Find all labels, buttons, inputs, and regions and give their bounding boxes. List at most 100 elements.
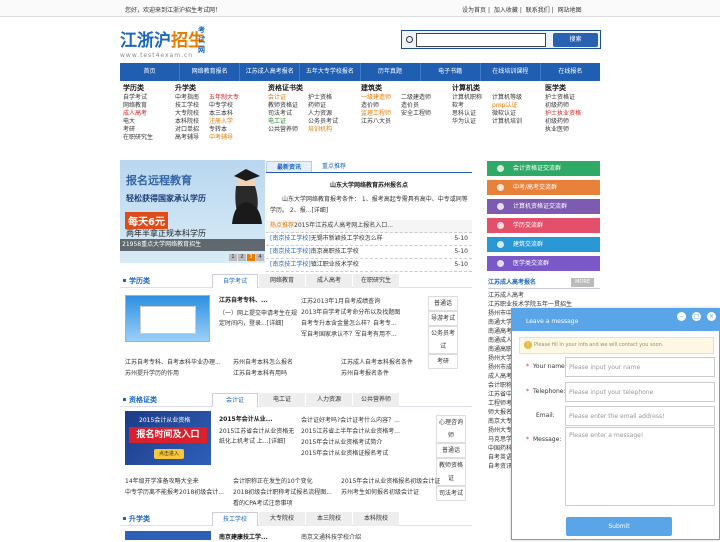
tag-link[interactable]: 普通话 [428, 296, 458, 311]
tab-self-exam[interactable]: 自学考试 [212, 274, 258, 288]
category-link[interactable]: 技工学校 [175, 102, 199, 110]
tab-tech-school[interactable]: 技工学校 [212, 512, 258, 526]
tab-adult-exam[interactable]: 成人高考 [306, 274, 352, 288]
submit-button[interactable]: Submit [566, 517, 672, 536]
site-logo[interactable]: 江浙沪招生 考试网 www.test4exam.cn [120, 26, 205, 59]
category-link[interactable]: 成人高考 [123, 110, 153, 118]
banner-page[interactable]: 3 [247, 254, 255, 261]
nav-item[interactable]: 首页 [120, 63, 181, 81]
category-link[interactable]: 二级建造师 [401, 94, 431, 102]
nav-item[interactable]: 江苏成人高考报名 [240, 63, 301, 81]
article-link[interactable]: 苏州考生如何报名初级会计证 [341, 487, 451, 498]
nav-item[interactable]: 五年大专学校报名 [300, 63, 361, 81]
tag-link[interactable]: 公务员考试 [428, 326, 458, 354]
category-link[interactable]: 护士资格 [308, 94, 338, 102]
article-headline[interactable]: 2015年会计从业... [219, 416, 273, 423]
news-item[interactable]: [南京技工学校]南京高职技工学校 5-10 [266, 246, 472, 259]
sitemap-link[interactable]: 网站地图 [558, 7, 582, 14]
enter-button[interactable]: 点击进入 [154, 449, 184, 459]
category-link[interactable]: 安全工程师 [401, 110, 431, 118]
article-link[interactable]: 2015江苏省上半年会计从业资格考... [301, 426, 426, 437]
more-button[interactable]: MORE [571, 278, 594, 287]
category-link[interactable]: 药师证 [308, 102, 338, 110]
category-link[interactable]: 中考辅导 [209, 134, 239, 142]
category-link[interactable]: 初级药师 [545, 118, 581, 126]
category-link[interactable]: 公共营养师 [268, 126, 298, 134]
qq-group-button[interactable]: 学历交流群 [487, 218, 600, 233]
category-link[interactable]: 计算机等级 [492, 94, 522, 102]
category-link[interactable]: 大专院校 [175, 110, 199, 118]
article-headline[interactable]: 江苏自考专科、... [219, 297, 268, 304]
category-link[interactable]: 注册入学 [209, 118, 239, 126]
category-link[interactable]: 考研 [123, 126, 153, 134]
tag-link[interactable]: 心理咨询师 [436, 415, 466, 443]
category-link[interactable]: 计算机职称 [452, 94, 482, 102]
set-homepage-link[interactable]: 设为首页 [462, 7, 486, 14]
category-link[interactable]: 中专学校 [209, 102, 239, 110]
category-link[interactable]: 培训机构 [308, 126, 338, 134]
tab-college[interactable]: 大专院校 [259, 512, 305, 526]
qq-group-button[interactable]: 中考/高考交流群 [487, 180, 600, 195]
news-item[interactable]: [南京技工学校]镇江职业技术学校 5-10 [266, 259, 472, 272]
article-link[interactable]: 会计职称正在发生的10个变化 [233, 476, 341, 487]
category-link[interactable]: 中考指南 [175, 94, 199, 102]
category-link[interactable]: 教师资格证 [268, 102, 298, 110]
category-link[interactable]: 思科认证 [452, 110, 482, 118]
category-link[interactable]: 本科院校 [175, 118, 199, 126]
category-link[interactable]: 电大 [123, 118, 153, 126]
tab-online-edu[interactable]: 网络教育 [259, 274, 305, 288]
nav-item[interactable]: 网络教育报名 [180, 63, 241, 81]
article-link[interactable]: 军自考国家承认不？军自考有用不... [301, 329, 426, 340]
nav-item[interactable]: 在线培训课程 [481, 63, 541, 81]
category-link[interactable]: 会计证 [268, 94, 298, 102]
category-link[interactable]: 本三本科 [209, 110, 239, 118]
qq-group-button[interactable]: 医学类交流群 [487, 256, 600, 271]
news-item[interactable]: [南京技工学校]无锡市新颖技工学校怎么样 5-10 [266, 233, 472, 246]
promo-banner[interactable]: 报名远程教育 轻松获得国家承认学历 每天6元 两年半拿正规本科学历 21958重… [120, 160, 265, 263]
article-link[interactable] [125, 498, 233, 509]
category-link[interactable]: 软考 [452, 102, 482, 110]
section3-image[interactable] [125, 531, 211, 540]
news-item[interactable]: 热点推荐2015年江苏成人高考网上报名入口... [266, 220, 472, 233]
category-link[interactable]: 微软认证 [492, 110, 522, 118]
category-link[interactable]: 电工证 [268, 118, 298, 126]
article-link[interactable]: 苏州自考报名条件 [341, 368, 451, 379]
article-link[interactable]: 中专学历离不能报考2018初级会计... [125, 487, 233, 498]
article-link[interactable]: 2013年自学考试考命分布以及找题图 [301, 307, 426, 318]
section-image[interactable] [125, 295, 210, 342]
category-link[interactable]: 护士执业资格 [545, 110, 581, 118]
nav-item[interactable]: 在线报名 [541, 63, 600, 81]
search-button[interactable]: 搜索 [553, 33, 598, 47]
category-link[interactable]: 计算机培训 [492, 118, 522, 126]
tag-link[interactable]: 普通话 [436, 443, 466, 458]
category-link[interactable]: 司法考试 [268, 110, 298, 118]
category-link[interactable]: 一级建造师 [361, 94, 391, 102]
news-headline[interactable]: 山东大学网络教育苏州报名点 [266, 180, 472, 189]
nav-item[interactable]: 历年真题 [361, 63, 421, 81]
tab-accounting[interactable]: 会计证 [212, 393, 258, 407]
tab-undergrad[interactable]: 本科院校 [353, 512, 399, 526]
phone-field[interactable]: Please input your telephone [565, 382, 715, 402]
tag-link[interactable]: 导游考试 [428, 311, 458, 326]
tab-electrician[interactable]: 电工证 [259, 393, 305, 407]
tab-third-tier[interactable]: 本三院校 [306, 512, 352, 526]
category-link[interactable]: 自学考试 [123, 94, 153, 102]
category-link[interactable]: 公务员考试 [308, 118, 338, 126]
tab-nutrition[interactable]: 公共营养师 [353, 393, 399, 407]
category-link[interactable]: 监理工程师 [361, 110, 391, 118]
category-link[interactable]: 华为认证 [452, 118, 482, 126]
tab-hr[interactable]: 人力资源 [306, 393, 352, 407]
article-link[interactable]: 2018初级会计职称考试报名流程图... [233, 487, 341, 498]
category-link[interactable]: 对口单招 [175, 126, 199, 134]
category-link[interactable]: 五年制大专 [209, 94, 239, 102]
add-favorite-link[interactable]: 加入收藏 [494, 7, 518, 14]
search-input[interactable] [416, 33, 546, 47]
article-link[interactable]: 2015年会计从业资格证报名考试 [301, 448, 426, 459]
category-link[interactable]: 造价师 [361, 102, 391, 110]
name-field[interactable]: Please input your name [565, 357, 715, 377]
message-field[interactable]: Please enter a message! [565, 427, 715, 506]
category-link[interactable]: 人力资源 [308, 110, 338, 118]
category-link[interactable]: 江苏八大员 [361, 118, 391, 126]
article-link[interactable]: 会计证好考吗?会计证考什么内容？... [301, 415, 426, 426]
tab-grad-study[interactable]: 在职研究生 [353, 274, 399, 288]
